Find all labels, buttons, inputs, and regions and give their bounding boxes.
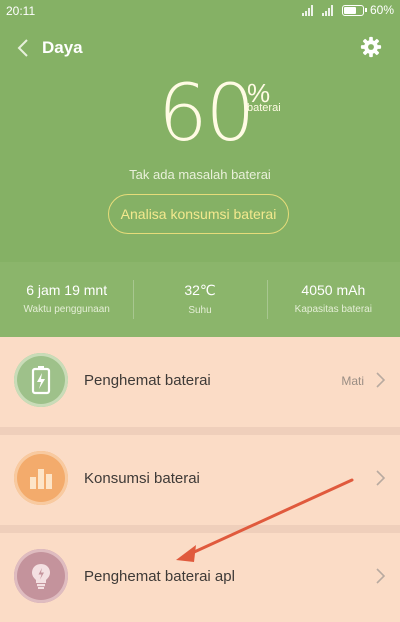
lightbulb-icon <box>14 549 68 603</box>
stat-value: 32℃ <box>184 282 216 298</box>
signal-icon <box>321 4 336 16</box>
list-item-battery-consumption[interactable]: Konsumsi baterai <box>0 435 400 525</box>
battery-percent-label: baterai <box>247 102 281 114</box>
chevron-right-icon <box>376 470 386 486</box>
divider <box>0 427 400 435</box>
bar-chart-icon <box>14 451 68 505</box>
stat-label: Kapasitas baterai <box>294 304 372 315</box>
stat-label: Waktu penggunaan <box>23 304 110 315</box>
gear-icon[interactable] <box>360 36 382 58</box>
signal-icon <box>301 4 316 16</box>
stat-usage-time: 6 jam 19 mnt Waktu penggunaan <box>0 262 133 337</box>
battery-summary-panel: 20:11 60% Daya 60 % baterai Tak ada masa… <box>0 0 400 337</box>
battery-status-icon <box>341 4 367 16</box>
battery-stats: 6 jam 19 mnt Waktu penggunaan 32℃ Suhu 4… <box>0 262 400 337</box>
stat-temperature: 32℃ Suhu <box>133 262 266 337</box>
status-indicators: 60% <box>301 3 394 17</box>
chevron-left-icon[interactable] <box>12 36 36 60</box>
divider <box>0 525 400 533</box>
battery-bolt-icon <box>14 353 68 407</box>
stat-capacity: 4050 mAh Kapasitas baterai <box>266 262 400 337</box>
list-item-app-battery-saver[interactable]: Penghemat baterai apl <box>0 533 400 622</box>
item-label: Konsumsi baterai <box>84 470 200 487</box>
list-item-battery-saver[interactable]: Penghemat baterai Mati <box>0 337 400 427</box>
analyze-consumption-button[interactable]: Analisa konsumsi baterai <box>108 194 289 234</box>
header: Daya <box>0 28 400 68</box>
status-bar: 20:11 60% <box>0 0 400 22</box>
status-battery-percent: 60% <box>369 3 394 17</box>
stat-value: 6 jam 19 mnt <box>26 282 108 298</box>
stat-value: 4050 mAh <box>301 282 366 298</box>
item-label: Penghemat baterai apl <box>84 568 235 585</box>
chevron-right-icon <box>376 568 386 584</box>
item-value: Mati <box>341 374 364 388</box>
battery-percent-value: 60 <box>158 69 255 159</box>
status-time: 20:11 <box>6 4 36 18</box>
page-title: Daya <box>42 38 83 57</box>
item-label: Penghemat baterai <box>84 372 211 389</box>
battery-status-message: Tak ada masalah baterai <box>129 167 271 182</box>
chevron-right-icon <box>376 372 386 388</box>
stat-label: Suhu <box>188 305 212 316</box>
